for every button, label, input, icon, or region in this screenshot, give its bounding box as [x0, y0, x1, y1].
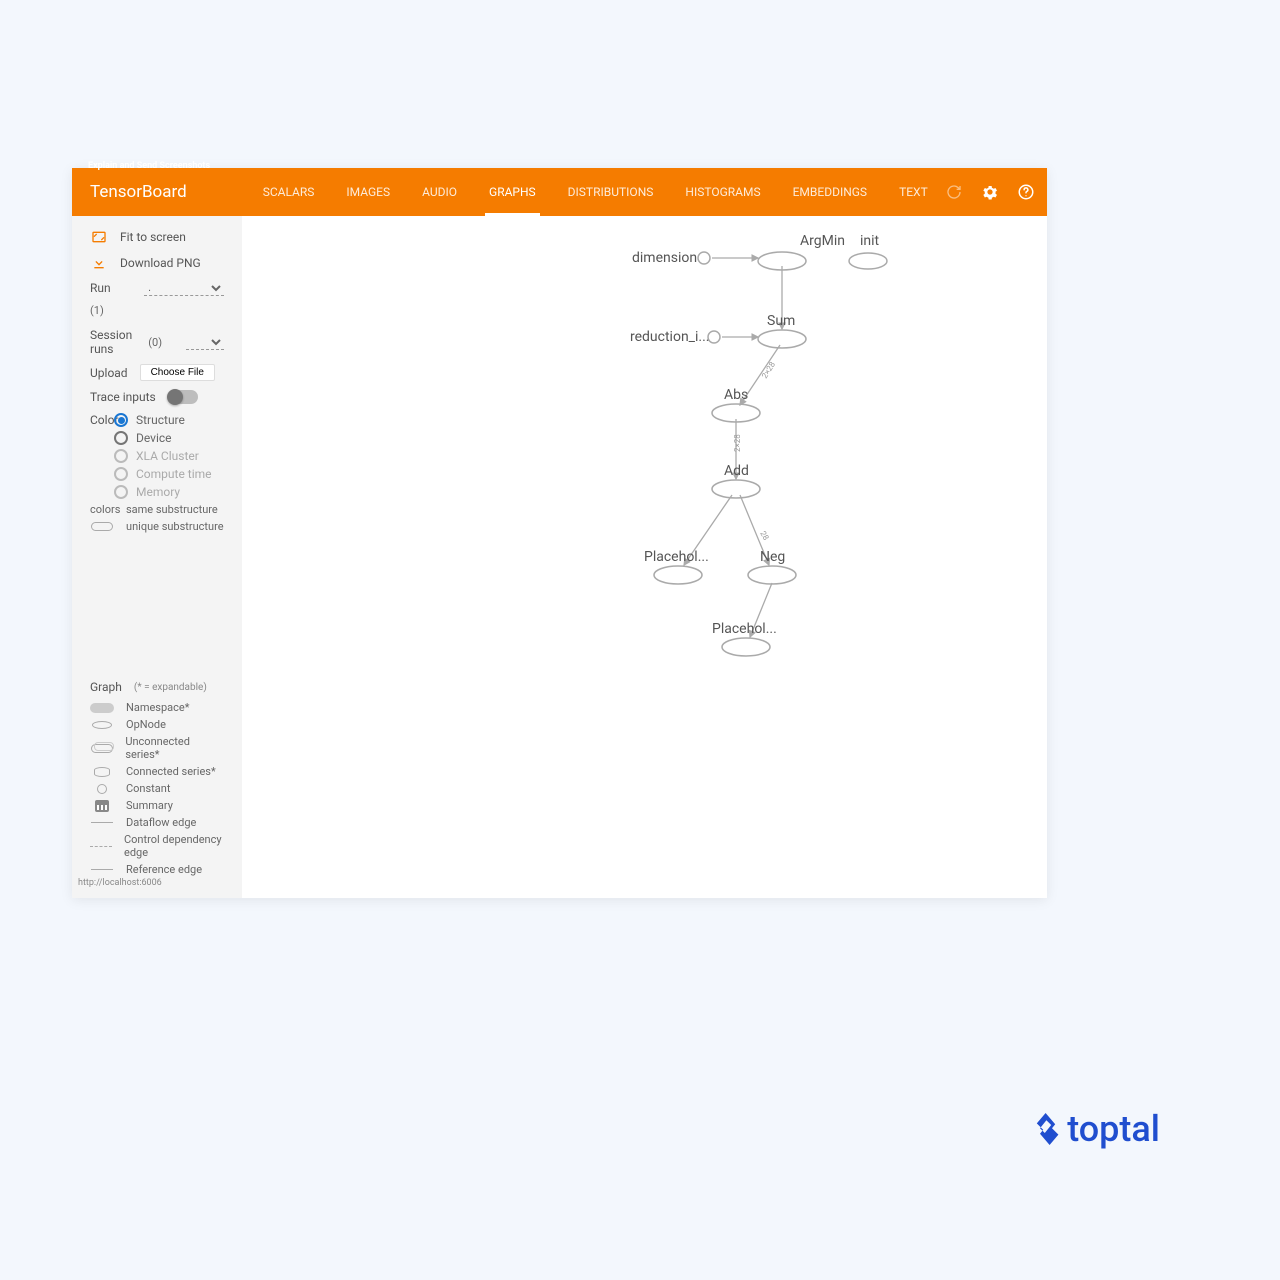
session-row: Session runs (0) [72, 324, 242, 360]
tab-text[interactable]: TEXT [883, 168, 944, 216]
tab-images[interactable]: IMAGES [330, 168, 406, 216]
run-count: (1) [90, 304, 104, 317]
trace-label: Trace inputs [90, 390, 156, 404]
header: Explain and Send Screenshots TensorBoard… [72, 168, 1047, 216]
download-label: Download PNG [120, 256, 201, 270]
fit-to-screen-button[interactable]: Fit to screen [72, 224, 242, 250]
svg-text:Abs: Abs [724, 387, 748, 403]
node-init[interactable] [849, 253, 887, 269]
run-label: Run [90, 281, 111, 295]
legend-control-dependency-edge: Control dependency edge [72, 831, 242, 861]
extension-label: Explain and Send Screenshots [88, 161, 210, 171]
app-title: TensorBoard [90, 182, 187, 202]
node-placeholder-1[interactable] [654, 566, 702, 584]
node-reduction[interactable] [708, 331, 720, 343]
session-select[interactable] [186, 335, 224, 350]
toptal-brand: toptal [1035, 1108, 1160, 1150]
node-sum[interactable] [758, 330, 806, 348]
session-count: (0) [144, 336, 162, 349]
radio-icon [114, 485, 128, 499]
legend-connected-series-: Connected series* [72, 763, 242, 780]
tab-distributions[interactable]: DISTRIBUTIONS [552, 168, 670, 216]
node-neg[interactable] [748, 566, 796, 584]
legend-unconnected-series-: Unconnected series* [72, 733, 242, 763]
tab-audio[interactable]: AUDIO [406, 168, 473, 216]
svg-text:28: 28 [758, 530, 771, 543]
trace-row: Trace inputs [72, 385, 242, 409]
svg-text:Placehol...: Placehol... [712, 621, 777, 637]
radio-icon [114, 431, 128, 445]
color-option-xla-cluster: XLA Cluster [72, 447, 242, 465]
radio-icon [114, 467, 128, 481]
fit-icon [90, 228, 108, 246]
fit-label: Fit to screen [120, 230, 186, 244]
node-dimension[interactable] [698, 252, 710, 264]
legend-namespace-: Namespace* [72, 699, 242, 716]
color-option-structure[interactable]: Structure [72, 411, 242, 429]
node-placeholder-2[interactable] [722, 638, 770, 656]
node-add[interactable] [712, 480, 760, 498]
session-label: Session runs [90, 328, 132, 356]
svg-text:ArgMin: ArgMin [800, 233, 845, 249]
gear-icon[interactable] [980, 182, 1000, 202]
svg-text:2×28: 2×28 [760, 360, 777, 380]
trace-toggle[interactable] [168, 390, 198, 404]
legend-summary: Summary [72, 797, 242, 814]
svg-text:Add: Add [724, 463, 749, 479]
legend-opnode: OpNode [72, 716, 242, 733]
color-option-memory: Memory [72, 483, 242, 501]
upload-label: Upload [90, 366, 128, 380]
tab-histograms[interactable]: HISTOGRAMS [669, 168, 776, 216]
run-select[interactable]: . [144, 281, 224, 296]
tab-embeddings[interactable]: EMBEDDINGS [777, 168, 883, 216]
color-option-device[interactable]: Device [72, 429, 242, 447]
download-icon [90, 254, 108, 272]
svg-text:init: init [860, 233, 880, 249]
refresh-icon[interactable] [944, 182, 964, 202]
radio-icon [114, 413, 128, 427]
unique-substructure-icon [91, 522, 113, 531]
legend-dataflow-edge: Dataflow edge [72, 814, 242, 831]
run-row: Run . [72, 276, 242, 300]
svg-text:reduction_i...: reduction_i... [630, 329, 709, 345]
svg-text:Placehol...: Placehol... [644, 549, 709, 565]
upload-row: Upload Choose File [72, 360, 242, 385]
radio-icon [114, 449, 128, 463]
legend-reference-edge: Reference edge [72, 861, 242, 878]
toptal-icon [1035, 1113, 1061, 1145]
sidebar: Fit to screen Download PNG Run . (1) Ses… [72, 216, 242, 898]
footer-url: http://localhost:6006 [72, 878, 242, 890]
colors-legend-header: colors same substructure [72, 501, 242, 518]
svg-text:2×28: 2×28 [733, 434, 742, 452]
color-option-compute-time: Compute time [72, 465, 242, 483]
graph-legend-header: Graph (* = expandable) [72, 675, 242, 699]
choose-file-button[interactable]: Choose File [140, 364, 215, 381]
tab-scalars[interactable]: SCALARS [247, 168, 331, 216]
svg-text:dimension: dimension [632, 250, 697, 266]
graph-canvas[interactable]: 2×28 2×28 28 ArgMin init dimension Sum r… [242, 216, 1047, 898]
legend-constant: Constant [72, 780, 242, 797]
toptal-label: toptal [1067, 1108, 1160, 1150]
svg-text:Neg: Neg [760, 549, 785, 565]
help-icon[interactable] [1016, 182, 1036, 202]
colors-legend-row: unique substructure [72, 518, 242, 535]
tab-graphs[interactable]: GRAPHS [473, 168, 552, 216]
tabs: SCALARSIMAGESAUDIOGRAPHSDISTRIBUTIONSHIS… [247, 168, 944, 216]
svg-text:Sum: Sum [767, 313, 795, 329]
download-png-button[interactable]: Download PNG [72, 250, 242, 276]
